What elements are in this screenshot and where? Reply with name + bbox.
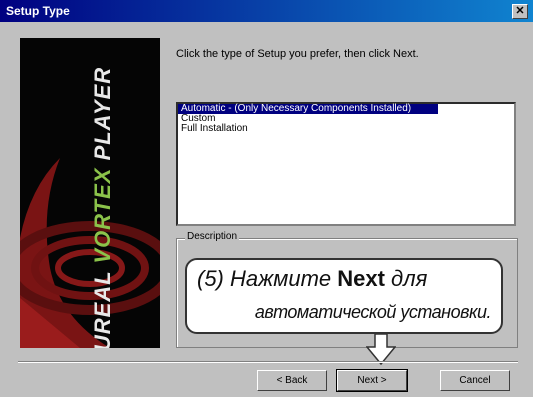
cancel-button[interactable]: Cancel [440, 370, 510, 391]
instruction-text: Click the type of Setup you prefer, then… [176, 48, 419, 60]
brand-logo: AUREAL VORTEX PLAYER [90, 67, 116, 348]
callout-suffix: для [384, 266, 428, 291]
description-legend: Description [185, 231, 240, 242]
callout-line2: автоматической установки. [254, 302, 492, 322]
brand-word-aureal: AUREAL [90, 263, 115, 348]
title-bar: Setup Type ✕ [0, 0, 533, 22]
next-button[interactable]: Next > [336, 369, 408, 392]
callout-next-word: Next [337, 266, 385, 291]
list-item[interactable]: Full Installation [178, 124, 514, 134]
button-separator [18, 361, 518, 363]
window-title: Setup Type [6, 4, 70, 18]
setup-type-dialog: Setup Type ✕ AUREAL VORTEX PLAYER TM Cli… [0, 0, 533, 397]
instruction-callout: (5) Нажмите Next для автоматической уста… [185, 258, 503, 334]
brand-word-vortex: VORTEX [90, 167, 115, 264]
callout-prefix: (5) Нажмите [197, 266, 338, 291]
callout-line1: (5) Нажмите Next для [197, 266, 497, 292]
list-item[interactable]: Automatic - (Only Necessary Components I… [178, 104, 438, 114]
close-button[interactable]: ✕ [512, 4, 528, 19]
brand-word-player: PLAYER [90, 66, 115, 168]
aureal-banner: AUREAL VORTEX PLAYER TM [20, 38, 160, 348]
setup-type-listbox[interactable]: Automatic - (Only Necessary Components I… [176, 102, 516, 226]
back-button[interactable]: < Back [257, 370, 327, 391]
